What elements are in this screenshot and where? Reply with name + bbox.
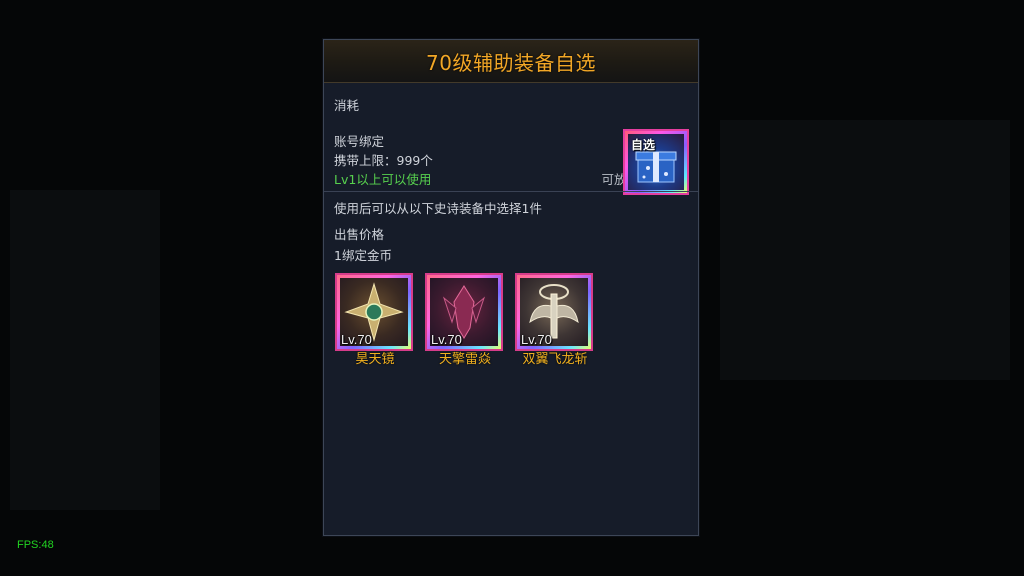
game-screen: FPS:48 70级辅助装备自选 消耗 账号绑定 携带上限：999个 Lv1以上… xyxy=(0,0,1024,576)
item-tooltip-dialog: 70级辅助装备自选 消耗 账号绑定 携带上限：999个 Lv1以上可以使用 可放… xyxy=(323,39,699,536)
sell-price-value: 1绑定金币 xyxy=(334,248,392,263)
item-type-label: 消耗 xyxy=(334,98,360,113)
section-divider xyxy=(324,191,698,192)
equipment-name: 天擎雷焱 xyxy=(438,352,491,367)
dialog-header: 70级辅助装备自选 xyxy=(324,40,698,83)
item-description: 使用后可以从以下史诗装备中选择1件 xyxy=(334,201,542,216)
dialog-title: 70级辅助装备自选 xyxy=(426,50,596,75)
equipment-slot-frame[interactable]: Lv.70 xyxy=(425,273,503,351)
equipment-choice-3[interactable]: Lv.70 双翼飞龙斩 xyxy=(515,273,595,367)
equipment-choice-2[interactable]: Lv.70 天擎雷焱 xyxy=(425,273,505,367)
selection-box-item-icon: 自选 xyxy=(623,129,689,195)
equipment-slot-frame[interactable]: Lv.70 xyxy=(335,273,413,351)
background-panel-right xyxy=(720,120,1010,380)
equipment-name: 昊天镜 xyxy=(355,352,395,367)
gift-box-icon: 自选 xyxy=(628,134,684,190)
fps-counter: FPS:48 xyxy=(17,539,54,551)
background-panel-left xyxy=(10,190,160,510)
carry-limit-label: 携带上限：999个 xyxy=(334,153,433,168)
equipment-name: 双翼飞龙斩 xyxy=(522,352,588,367)
equipment-choice-1[interactable]: Lv.70 昊天镜 xyxy=(335,273,415,367)
equipment-level: Lv.70 xyxy=(521,332,552,347)
equipment-level: Lv.70 xyxy=(431,332,462,347)
equipment-slot-frame[interactable]: Lv.70 xyxy=(515,273,593,351)
sell-price-label: 出售价格 xyxy=(334,227,385,242)
level-requirement-label: Lv1以上可以使用 xyxy=(334,172,432,187)
bind-type-label: 账号绑定 xyxy=(334,134,385,149)
item-icon-label: 自选 xyxy=(631,138,656,152)
equipment-level: Lv.70 xyxy=(341,332,372,347)
